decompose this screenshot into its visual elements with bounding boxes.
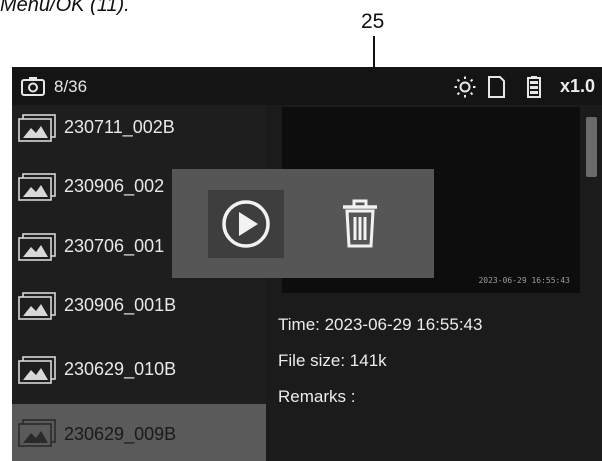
delete-button[interactable] xyxy=(322,190,398,258)
action-popup xyxy=(172,169,434,278)
file-name: 230906_001B xyxy=(64,295,177,315)
file-name: 230711_002B xyxy=(64,117,175,137)
file-count: 8/36 xyxy=(54,77,88,96)
scrollbar[interactable] xyxy=(586,117,597,177)
image-file-icon xyxy=(18,292,56,320)
play-icon xyxy=(222,200,270,248)
battery-icon xyxy=(527,76,541,98)
file-name: 230906_002 xyxy=(64,176,165,196)
info-file-size: File size: 141k xyxy=(278,351,387,370)
device-screen: 8/36 x1.0 230711_002B 230906_002 230706_… xyxy=(12,67,602,461)
trash-icon xyxy=(343,199,377,248)
image-file-icon xyxy=(18,114,56,142)
info-time: Time: 2023-06-29 16:55:43 xyxy=(278,315,483,334)
list-item[interactable]: 230906_001B xyxy=(12,283,266,329)
image-file-icon xyxy=(18,233,56,261)
document-caption: Menu/OK (11). xyxy=(0,0,130,16)
camera-icon xyxy=(21,77,45,96)
list-item[interactable]: 230711_002B xyxy=(12,105,266,151)
brightness-icon xyxy=(454,76,476,98)
file-name: 230629_009B xyxy=(64,424,177,444)
image-file-icon xyxy=(18,419,56,447)
file-name: 230706_001 xyxy=(64,236,165,256)
sd-card-icon xyxy=(488,76,505,98)
image-file-icon xyxy=(18,356,56,384)
file-name: 230629_010B xyxy=(64,359,177,379)
zoom-level: x1.0 xyxy=(560,76,596,96)
preview-timestamp: 2023-06-29 16:55:43 xyxy=(478,276,570,285)
file-list: 230711_002B 230906_002 230706_001 230906… xyxy=(12,105,266,461)
status-bar: 8/36 x1.0 xyxy=(12,67,602,105)
info-remarks: Remarks : xyxy=(278,387,356,406)
play-button[interactable] xyxy=(208,190,284,258)
image-file-icon xyxy=(18,173,56,201)
callout-number: 25 xyxy=(361,10,385,33)
list-item[interactable]: 230629_010B xyxy=(12,347,266,393)
list-item-selected[interactable]: 230629_009B xyxy=(12,404,266,461)
